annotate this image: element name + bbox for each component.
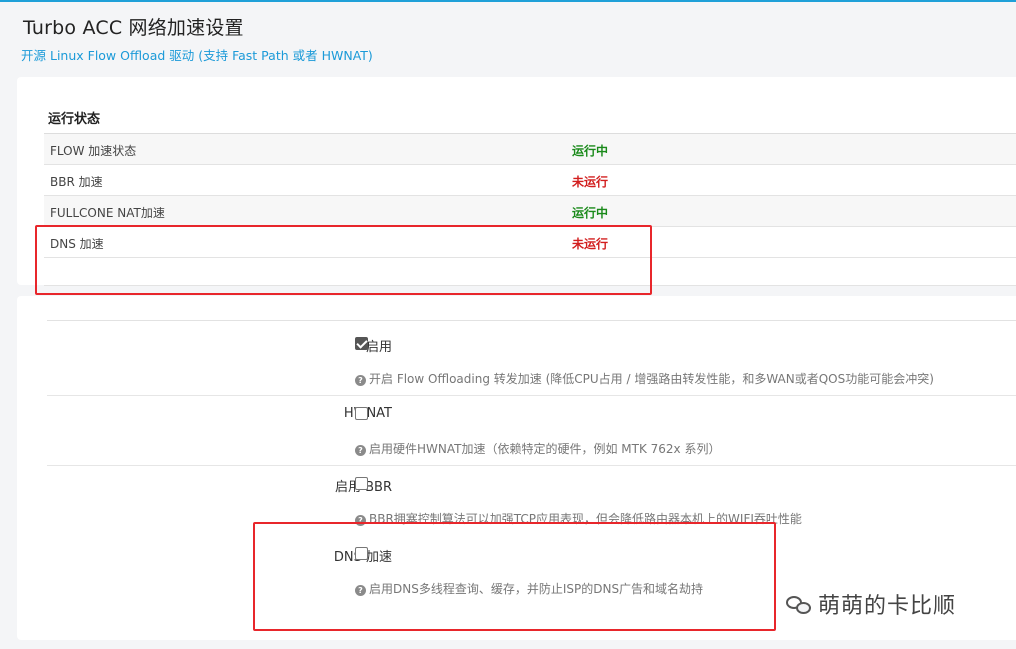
status-name: FLOW 加速状态 <box>50 144 137 158</box>
settings-divider <box>47 320 1016 321</box>
help-icon: ? <box>355 445 366 456</box>
setting-help: ? 启用硬件HWNAT加速（依赖特定的硬件，例如 MTK 762x 系列） <box>355 440 720 457</box>
status-section-title: 运行状态 <box>48 112 101 127</box>
divider <box>47 395 1016 396</box>
setting-help: ? 开启 Flow Offloading 转发加速 (降低CPU占用 / 增强路由… <box>355 370 934 387</box>
status-row-fullcone: FULLCONE NAT加速 运行中 <box>44 196 1016 227</box>
setting-label: 启用 <box>365 340 392 355</box>
help-text: 启用硬件HWNAT加速（依赖特定的硬件，例如 MTK 762x 系列） <box>369 442 721 456</box>
help-icon: ? <box>355 375 366 386</box>
highlight-box-dns-status <box>35 225 652 295</box>
watermark-text: 萌萌的卡比顺 <box>818 594 957 619</box>
top-accent-line <box>0 0 1016 2</box>
watermark: 萌萌的卡比顺 <box>786 588 956 620</box>
status-value: 运行中 <box>572 206 609 220</box>
status-name: FULLCONE NAT加速 <box>50 206 165 220</box>
wechat-icon <box>786 594 812 616</box>
status-row-flow: FLOW 加速状态 运行中 <box>44 134 1016 165</box>
hwnat-checkbox[interactable] <box>355 407 368 420</box>
status-value: 未运行 <box>572 175 609 189</box>
bbr-checkbox[interactable] <box>355 477 368 490</box>
enable-checkbox[interactable] <box>355 337 368 350</box>
page-title: Turbo ACC 网络加速设置 <box>23 17 244 39</box>
status-value: 运行中 <box>572 144 609 158</box>
status-name: BBR 加速 <box>50 175 103 189</box>
highlight-box-dns-setting <box>253 522 776 631</box>
status-row-bbr: BBR 加速 未运行 <box>44 165 1016 196</box>
help-text: 开启 Flow Offloading 转发加速 (降低CPU占用 / 增强路由转… <box>369 372 934 386</box>
page-subtitle: 开源 Linux Flow Offload 驱动 (支持 Fast Path 或… <box>21 48 373 63</box>
divider <box>47 465 1016 466</box>
